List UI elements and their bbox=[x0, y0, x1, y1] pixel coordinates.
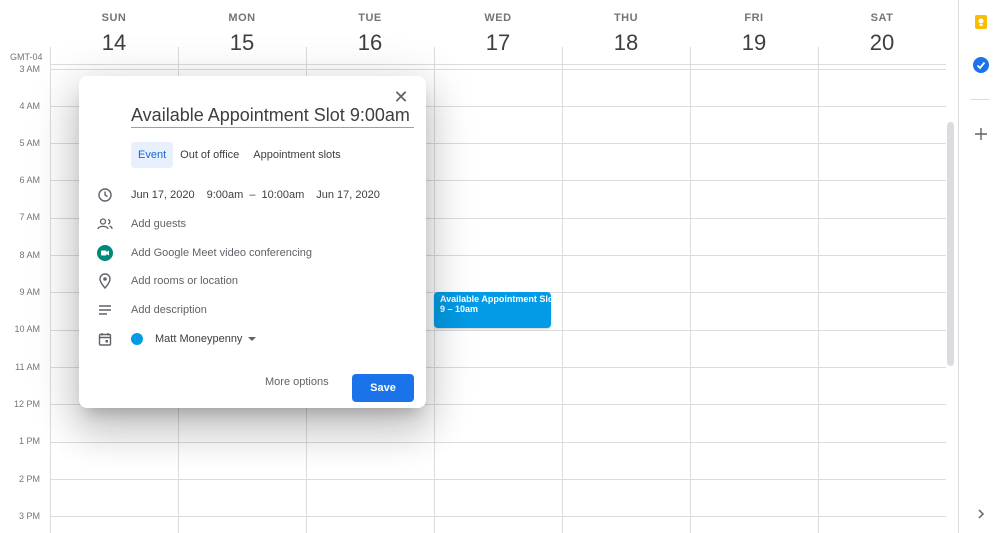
time-dash: – bbox=[249, 189, 256, 201]
hour-label: 2 PM bbox=[18, 474, 40, 484]
day-number[interactable]: 17 bbox=[434, 30, 562, 56]
location-pin-icon bbox=[96, 272, 114, 290]
event-title-input[interactable] bbox=[131, 104, 414, 128]
notes-icon bbox=[96, 301, 114, 319]
calendar-row[interactable]: Matt Moneypenny bbox=[79, 328, 426, 350]
quick-event-dialog: ✕ Event Out of office Appointment slots … bbox=[79, 76, 426, 408]
description-row[interactable]: Add description bbox=[79, 299, 426, 321]
day-divider bbox=[562, 47, 563, 533]
tasks-icon[interactable] bbox=[972, 56, 990, 74]
hour-label: 11 AM bbox=[15, 362, 40, 372]
day-name: THU bbox=[613, 12, 639, 24]
keep-icon[interactable] bbox=[972, 13, 990, 31]
tab-appointment-slots[interactable]: Appointment slots bbox=[246, 142, 347, 168]
hour-label: 9 AM bbox=[19, 287, 40, 297]
tab-out-of-office[interactable]: Out of office bbox=[173, 142, 246, 168]
day-divider bbox=[50, 47, 51, 533]
hour-line bbox=[50, 69, 946, 70]
chevron-right-icon[interactable] bbox=[972, 505, 990, 523]
day-divider bbox=[434, 47, 435, 533]
hour-line bbox=[50, 442, 946, 443]
day-divider bbox=[818, 47, 819, 533]
day-name: FRI bbox=[744, 12, 764, 24]
hour-label: 8 AM bbox=[19, 250, 40, 260]
save-button[interactable]: Save bbox=[352, 374, 414, 402]
add-location-field[interactable]: Add rooms or location bbox=[131, 275, 238, 287]
hour-line bbox=[50, 516, 946, 517]
day-number[interactable]: 18 bbox=[562, 30, 690, 56]
day-header-wed[interactable]: WED 17 bbox=[434, 0, 562, 64]
meet-icon bbox=[96, 244, 114, 262]
add-description-field[interactable]: Add description bbox=[131, 304, 207, 316]
event-chip[interactable]: Available Appointment Slot 9 – 10am bbox=[434, 292, 551, 328]
day-name: WED bbox=[484, 12, 512, 24]
event-chip-time: 9 – 10am bbox=[440, 304, 479, 314]
day-divider bbox=[690, 47, 691, 533]
hour-label: 10 AM bbox=[14, 324, 40, 334]
hour-label: 5 AM bbox=[19, 138, 40, 148]
day-header-sun[interactable]: SUN 14 bbox=[50, 0, 178, 64]
datetime-fields: Jun 17, 2020 9:00am –10:00am Jun 17, 2020 bbox=[131, 189, 380, 201]
day-header-fri[interactable]: FRI 19 bbox=[690, 0, 818, 64]
day-header-thu[interactable]: THU 18 bbox=[562, 0, 690, 64]
add-icon[interactable] bbox=[972, 125, 990, 143]
hour-label: 1 PM bbox=[18, 436, 40, 446]
add-guests-field[interactable]: Add guests bbox=[131, 218, 186, 230]
day-name: MON bbox=[228, 12, 256, 24]
calendar-owner-name: Matt Moneypenny bbox=[155, 332, 243, 345]
day-header-tue[interactable]: TUE 16 bbox=[306, 0, 434, 64]
day-number[interactable]: 15 bbox=[178, 30, 306, 56]
people-icon bbox=[96, 215, 114, 233]
day-name: TUE bbox=[358, 12, 382, 24]
event-chip-title: Available Appointment Slot bbox=[440, 294, 551, 304]
day-number[interactable]: 19 bbox=[690, 30, 818, 56]
calendar-icon bbox=[96, 330, 114, 348]
datetime-row: Jun 17, 2020 9:00am –10:00am Jun 17, 2020 bbox=[79, 184, 426, 206]
hour-label: 3 PM bbox=[18, 511, 40, 521]
start-date[interactable]: Jun 17, 2020 bbox=[131, 189, 195, 201]
guests-row[interactable]: Add guests bbox=[79, 213, 426, 235]
calendar-color-dot bbox=[131, 333, 143, 346]
day-number[interactable]: 20 bbox=[818, 30, 946, 56]
add-meet-button[interactable]: Add Google Meet video conferencing bbox=[131, 247, 312, 259]
dropdown-caret-icon bbox=[248, 337, 257, 342]
day-number[interactable]: 16 bbox=[306, 30, 434, 56]
tab-event[interactable]: Event bbox=[131, 142, 174, 168]
event-type-tabs: Event Out of office Appointment slots bbox=[131, 142, 348, 168]
calendar-selector[interactable]: Matt Moneypenny bbox=[131, 332, 257, 346]
location-row[interactable]: Add rooms or location bbox=[79, 270, 426, 292]
hour-line bbox=[50, 479, 946, 480]
clock-icon bbox=[96, 186, 114, 204]
end-date[interactable]: Jun 17, 2020 bbox=[316, 189, 380, 201]
day-name: SUN bbox=[101, 12, 127, 24]
meet-row[interactable]: Add Google Meet video conferencing bbox=[79, 242, 426, 264]
day-name: SAT bbox=[870, 12, 894, 24]
scrollbar[interactable] bbox=[947, 122, 954, 366]
more-options-button[interactable]: More options bbox=[265, 376, 329, 388]
hour-label: 7 AM bbox=[19, 212, 40, 222]
start-time[interactable]: 9:00am bbox=[207, 189, 244, 201]
day-header-mon[interactable]: MON 15 bbox=[178, 0, 306, 64]
side-panel-divider bbox=[958, 0, 959, 533]
week-header: SUN 14 MON 15 TUE 16 WED 17 THU 18 FRI 1… bbox=[50, 0, 946, 64]
hour-label: 6 AM bbox=[19, 175, 40, 185]
hour-label: 12 PM bbox=[13, 399, 40, 409]
timezone-label: GMT-04 bbox=[10, 52, 43, 62]
end-time[interactable]: 10:00am bbox=[261, 189, 304, 201]
hour-label: 3 AM bbox=[19, 64, 40, 74]
hour-label: 4 AM bbox=[19, 101, 40, 111]
day-number[interactable]: 14 bbox=[50, 30, 178, 56]
side-separator bbox=[970, 99, 990, 100]
day-header-sat[interactable]: SAT 20 bbox=[818, 0, 946, 64]
